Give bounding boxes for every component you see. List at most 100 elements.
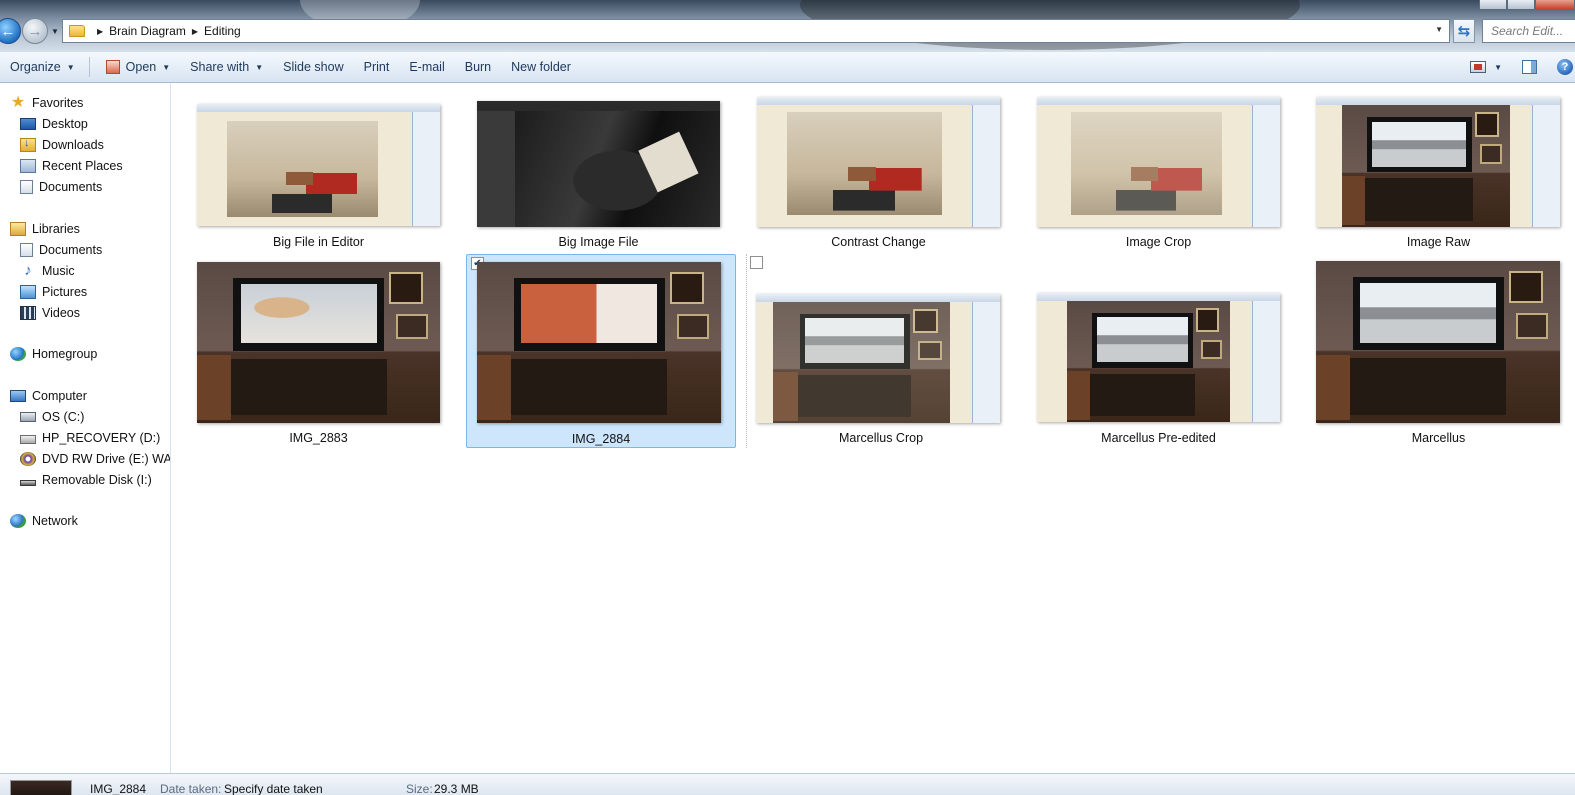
- nav-pictures[interactable]: Pictures: [20, 282, 87, 302]
- star-icon: ★: [10, 94, 26, 111]
- nav-label: DVD RW Drive (E:) WAR2: [42, 452, 171, 466]
- folder-icon: [69, 25, 85, 37]
- navigation-pane: ★ Favorites Desktop Downloads Recent Plac…: [0, 83, 171, 773]
- back-button[interactable]: ←: [0, 18, 21, 44]
- nav-label: Removable Disk (I:): [42, 473, 152, 487]
- chevron-right-icon[interactable]: ▶: [192, 27, 198, 36]
- file-item[interactable]: IMG_2883: [196, 261, 441, 447]
- breadcrumb-editing[interactable]: Editing: [204, 24, 241, 38]
- open-label: Open: [125, 60, 157, 74]
- nav-label: Homegroup: [32, 347, 98, 361]
- file-name: Big Image File: [558, 235, 639, 249]
- thumbnail: [1316, 97, 1560, 227]
- file-item[interactable]: Big File in Editor: [196, 103, 441, 253]
- nav-label: Music: [42, 264, 75, 278]
- search-input[interactable]: Search Edit...: [1482, 19, 1575, 43]
- title-bar: ← → ▼ ▶ Brain Diagram ▶ Editing ▼ ⇆ Sear…: [0, 0, 1575, 52]
- nav-documents[interactable]: Documents: [20, 240, 102, 260]
- breadcrumb-brain-diagram[interactable]: Brain Diagram: [109, 24, 186, 38]
- music-note-icon: ♪: [24, 262, 32, 279]
- focus-outline: [746, 254, 748, 448]
- removable-disk-icon: [20, 479, 36, 486]
- chevron-down-icon: ▼: [255, 62, 264, 72]
- computer-icon: [10, 390, 26, 402]
- file-name: IMG_2884: [571, 432, 631, 446]
- email-button[interactable]: E-mail: [399, 55, 454, 79]
- file-item[interactable]: Image Crop: [1036, 97, 1281, 253]
- minimize-button[interactable]: [1479, 0, 1507, 10]
- address-bar[interactable]: ▶ Brain Diagram ▶ Editing ▼: [62, 19, 1450, 43]
- homegroup-icon: [10, 347, 26, 361]
- selection-checkbox[interactable]: [750, 256, 763, 269]
- file-item[interactable]: Marcellus Pre-edited: [1036, 293, 1281, 449]
- nav-libraries[interactable]: Libraries: [10, 219, 80, 239]
- size-value: 29.3 MB: [434, 782, 479, 795]
- size-label: Size:: [406, 782, 433, 795]
- command-bar: Organize ▼ Open ▼ Share with ▼ Slide show P…: [0, 52, 1575, 83]
- date-taken-value[interactable]: Specify date taken: [224, 782, 323, 795]
- hard-drive-icon: [20, 435, 36, 444]
- nav-removable-disk[interactable]: Removable Disk (I:): [20, 470, 152, 490]
- slide-show-button[interactable]: Slide show: [273, 55, 353, 79]
- nav-hp-recovery[interactable]: HP_RECOVERY (D:): [20, 428, 160, 448]
- burn-button[interactable]: Burn: [455, 55, 501, 79]
- file-item[interactable]: Marcellus Crop: [746, 254, 1016, 448]
- nav-documents-favorite[interactable]: Documents: [20, 177, 102, 197]
- nav-videos[interactable]: Videos: [20, 303, 80, 323]
- nav-label: Computer: [32, 389, 87, 403]
- recent-pages-dropdown[interactable]: ▼: [51, 27, 59, 36]
- file-name: Marcellus: [1411, 431, 1466, 445]
- window-controls: [1479, 0, 1575, 10]
- nav-label: Recent Places: [42, 159, 123, 173]
- nav-label: Downloads: [42, 138, 104, 152]
- nav-network[interactable]: Network: [10, 511, 78, 531]
- nav-computer[interactable]: Computer: [10, 386, 87, 406]
- nav-favorites[interactable]: ★ Favorites: [10, 93, 84, 113]
- back-arrow-icon: ←: [0, 22, 16, 40]
- preview-pane-icon[interactable]: [1522, 60, 1537, 74]
- nav-recent-places[interactable]: Recent Places: [20, 156, 123, 176]
- more-views-dropdown[interactable]: ▼: [1494, 63, 1502, 72]
- open-app-icon: [105, 60, 120, 74]
- windows-drive-icon: [20, 412, 36, 422]
- forward-button[interactable]: →: [22, 18, 48, 44]
- file-item[interactable]: Big Image File: [476, 99, 721, 253]
- nav-dvd-drive[interactable]: DVD RW Drive (E:) WAR2: [20, 449, 171, 469]
- file-name: Marcellus Pre-edited: [1101, 431, 1216, 445]
- thumbnail: [197, 262, 440, 423]
- file-item[interactable]: Image Raw: [1316, 97, 1561, 253]
- nav-os-c[interactable]: OS (C:): [20, 407, 84, 427]
- file-name: Marcellus Crop: [838, 431, 924, 445]
- file-item-selected[interactable]: ✔ IMG_2884: [466, 254, 736, 448]
- maximize-button[interactable]: [1507, 0, 1535, 10]
- nav-downloads[interactable]: Downloads: [20, 135, 104, 155]
- close-button[interactable]: [1535, 0, 1575, 10]
- nav-music[interactable]: ♪ Music: [20, 261, 75, 281]
- refresh-button[interactable]: ⇆: [1453, 19, 1475, 43]
- nav-label: Pictures: [42, 285, 88, 299]
- print-button[interactable]: Print: [354, 55, 400, 79]
- share-with-button[interactable]: Share with ▼: [180, 55, 273, 79]
- pictures-icon: [20, 285, 36, 299]
- help-icon[interactable]: ?: [1557, 59, 1573, 75]
- documents-icon: [20, 243, 33, 257]
- file-item[interactable]: Marcellus: [1316, 260, 1561, 449]
- selected-file-name: IMG_2884: [90, 782, 147, 795]
- address-dropdown-icon[interactable]: ▼: [1435, 25, 1443, 34]
- new-folder-button[interactable]: New folder: [501, 55, 581, 79]
- chevron-right-icon[interactable]: ▶: [97, 27, 103, 36]
- thumbnail: [757, 97, 1000, 227]
- organize-button[interactable]: Organize ▼: [0, 55, 85, 79]
- open-button[interactable]: Open ▼: [96, 55, 181, 79]
- change-view-icon[interactable]: [1470, 61, 1487, 73]
- nav-label: Documents: [39, 243, 103, 257]
- nav-desktop[interactable]: Desktop: [20, 114, 88, 134]
- thumbnail: [1037, 97, 1280, 227]
- file-item[interactable]: Contrast Change: [756, 97, 1001, 253]
- chevron-down-icon[interactable]: ▼: [162, 63, 170, 72]
- thumbnail: [756, 294, 1000, 423]
- nav-homegroup[interactable]: Homegroup: [10, 344, 97, 364]
- nav-label: Libraries: [32, 222, 80, 236]
- nav-label: Favorites: [32, 96, 84, 110]
- thumbnail: [197, 104, 440, 226]
